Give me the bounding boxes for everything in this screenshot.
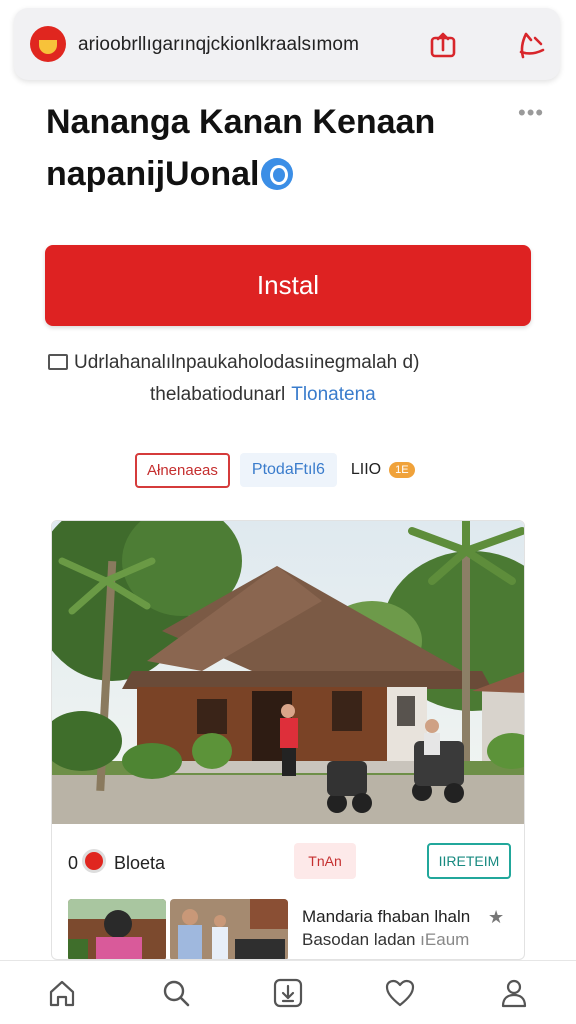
thumbnail-image-1[interactable] [68, 899, 166, 960]
site-logo-icon [30, 26, 66, 62]
item-line-1: Mandaria fhaban lhaln [302, 907, 471, 926]
home-icon[interactable] [46, 977, 78, 1009]
share-icon[interactable] [428, 30, 458, 60]
more-options-icon[interactable]: ••• [518, 102, 544, 124]
browser-url-bar[interactable]: arioobrllıgarınqjckionlkraalsımom [14, 8, 560, 80]
tag-plain[interactable]: LIIO [347, 453, 385, 487]
tag-row: Ałnenaeas PtodaFtıl6 LIIO 1E [135, 452, 415, 488]
card-stats-row: 0 Bloeta TnAn IIRETEIM [52, 831, 524, 891]
profile-icon[interactable] [498, 977, 530, 1009]
card-action-button[interactable]: TnAn [294, 843, 356, 879]
item-description[interactable]: Mandaria fhaban lhaln Basodan ladan ıEau… [302, 905, 470, 951]
thumbnail-image-2[interactable] [170, 899, 288, 960]
stat-number: 0 [68, 853, 79, 873]
tag-badge: 1E [389, 462, 415, 478]
description-line-1: Udrlahanalılnpaukaholodasıinegmalah d) [48, 352, 419, 374]
description-text-2: thelabatiodunarl [150, 384, 286, 405]
star-icon[interactable]: ★ [488, 907, 504, 928]
download-icon[interactable] [272, 977, 304, 1009]
item-line-2: Basodan ladan [302, 930, 416, 949]
content-card[interactable]: 0 Bloeta TnAn IIRETEIM Mandaria fhaban l… [51, 520, 525, 960]
description-line-2: thelabatiodunarl Tlonatena [150, 384, 376, 406]
title-line-2: napanijUonal [46, 155, 260, 193]
description-link[interactable]: Tlonatena [291, 384, 376, 405]
card-secondary-button[interactable]: IIRETEIM [427, 843, 511, 879]
title-line-1: Nananga Kanan Kenaan [46, 103, 436, 141]
item-line-2-extra: ıEaum [420, 930, 470, 949]
description-text-1: Udrlahanalılnpaukaholodasıinegmalah d) [74, 352, 420, 373]
verified-badge-icon [261, 158, 294, 190]
avatar[interactable] [82, 849, 106, 873]
bottom-navigation [0, 960, 576, 1024]
heart-icon[interactable] [384, 977, 416, 1009]
search-icon[interactable] [160, 977, 192, 1009]
tag-product[interactable]: PtodaFtıl6 [239, 453, 337, 487]
url-text[interactable]: arioobrllıgarınqjckionlkraalsımom [78, 34, 359, 56]
traditional-house-photo[interactable] [52, 521, 525, 824]
install-button[interactable]: Instal [45, 245, 531, 326]
stat-label: Bloeta [114, 853, 166, 873]
page-title: Nananga Kanan Kenaan napanijUonal [46, 96, 516, 200]
tag-category[interactable]: Ałnenaeas [135, 452, 230, 488]
mail-icon [48, 354, 68, 370]
edit-icon[interactable] [517, 30, 547, 60]
